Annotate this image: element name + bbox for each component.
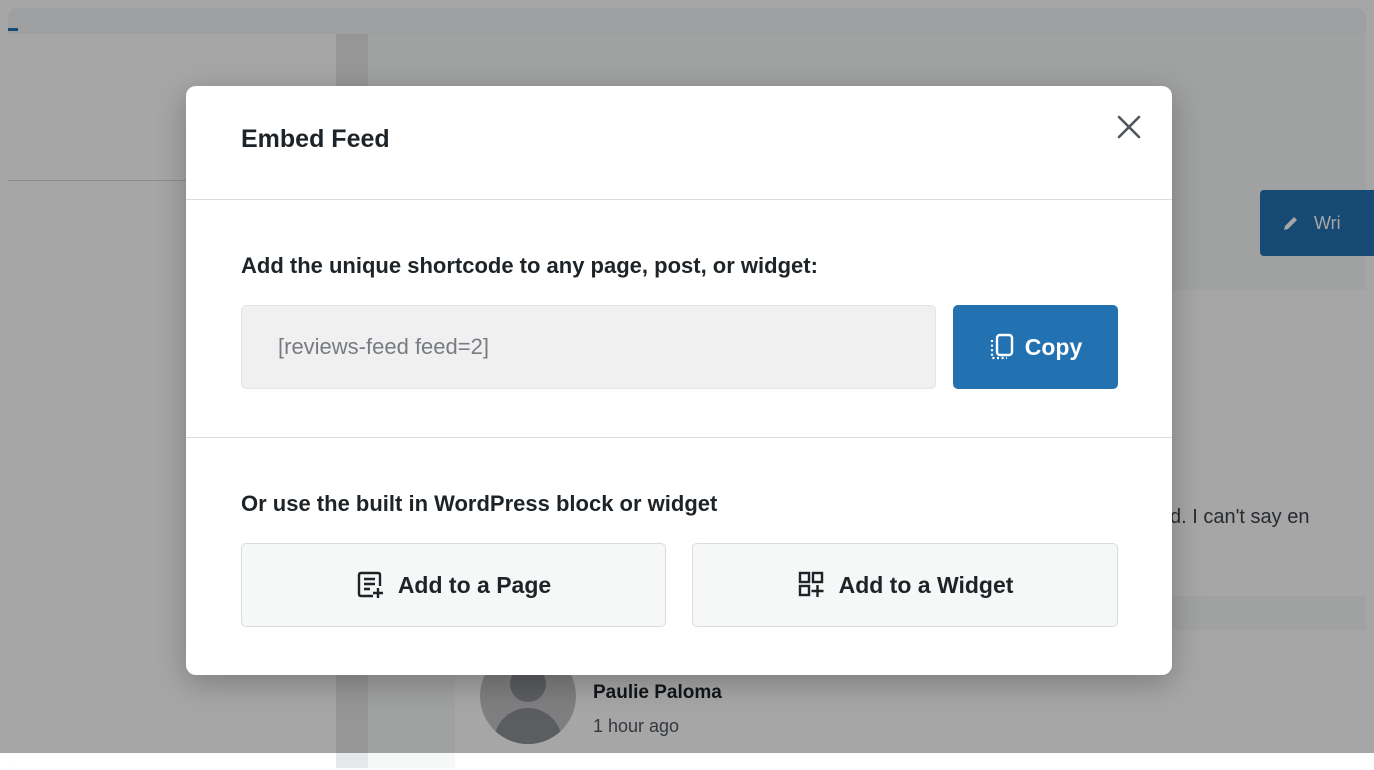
add-to-widget-button[interactable]: Add to a Widget	[692, 543, 1118, 627]
block-widget-section: Or use the built in WordPress block or w…	[186, 438, 1172, 675]
modal-title: Embed Feed	[241, 125, 390, 153]
copy-label: Copy	[1024, 333, 1083, 360]
page-add-icon	[357, 571, 383, 598]
copy-button[interactable]: Copy	[953, 305, 1118, 389]
shortcode-field[interactable]	[241, 305, 936, 389]
add-to-page-button[interactable]: Add to a Page	[241, 543, 666, 627]
embed-feed-modal: Embed Feed Add the unique shortcode to a…	[186, 86, 1172, 675]
close-icon	[1117, 115, 1141, 139]
copy-icon	[990, 333, 1013, 360]
shortcode-label: Add the unique shortcode to any page, po…	[241, 253, 818, 278]
block-widget-label: Or use the built in WordPress block or w…	[241, 491, 718, 516]
add-to-page-label: Add to a Page	[397, 571, 552, 598]
shortcode-section: Add the unique shortcode to any page, po…	[186, 200, 1172, 438]
widget-add-icon	[798, 571, 824, 597]
close-button[interactable]	[1112, 110, 1146, 144]
modal-header: Embed Feed	[186, 86, 1172, 200]
add-to-widget-label: Add to a Widget	[838, 571, 1014, 598]
